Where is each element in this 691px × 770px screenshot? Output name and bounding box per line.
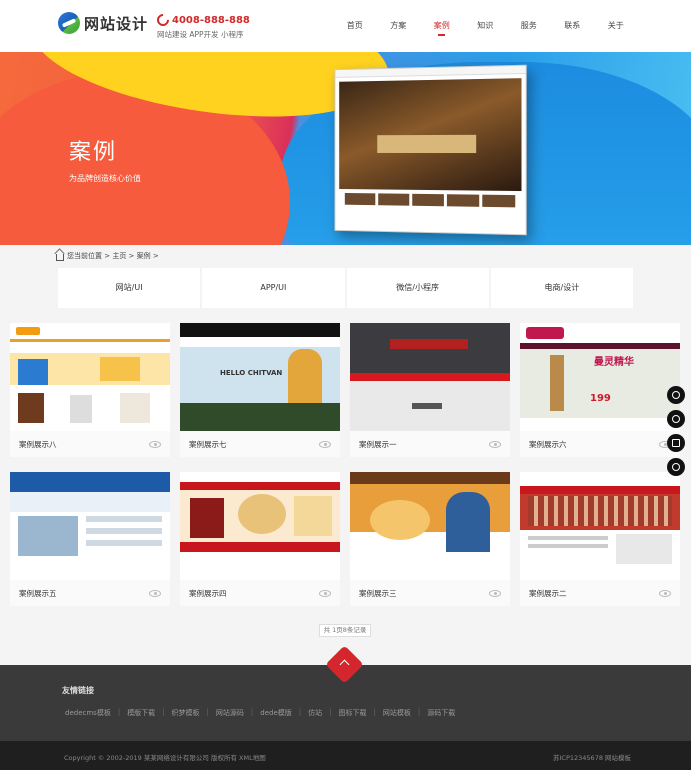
friend-link[interactable]: 模版下载 bbox=[120, 708, 162, 718]
nav-item-knowledge[interactable]: 知识 bbox=[464, 20, 508, 38]
case-thumbnail[interactable] bbox=[180, 472, 340, 580]
phone-subtitle: 网站建设 APP开发 小程序 bbox=[157, 29, 250, 40]
pagination-info: 共 1页8条记录 bbox=[319, 624, 371, 637]
case-title[interactable]: 案例展示五 bbox=[19, 588, 57, 599]
case-title[interactable]: 案例展示七 bbox=[189, 439, 227, 450]
icp-text[interactable]: 苏ICP12345678 网站模板 bbox=[553, 752, 631, 762]
category-tabs: 网站/UI APP/UI 微信/小程序 电商/设计 bbox=[58, 268, 633, 308]
note-icon[interactable] bbox=[667, 434, 685, 452]
case-title[interactable]: 案例展示六 bbox=[529, 439, 567, 450]
page-banner: 案例 为品牌创造核心价值 bbox=[0, 52, 691, 245]
case-card[interactable]: 案例展示四 bbox=[180, 472, 340, 606]
case-thumbnail[interactable]: HELLO CHITVAN bbox=[180, 323, 340, 431]
case-card[interactable]: 案例展示一 bbox=[350, 323, 510, 457]
thumb-price: 199 bbox=[590, 393, 611, 404]
user-icon[interactable] bbox=[667, 410, 685, 428]
case-title[interactable]: 案例展示一 bbox=[359, 439, 397, 450]
tab-wechat-miniprogram[interactable]: 微信/小程序 bbox=[347, 268, 491, 308]
eye-icon bbox=[659, 590, 671, 597]
case-card[interactable]: 曼灵精华 199 案例展示六 bbox=[520, 323, 680, 457]
case-card[interactable]: HELLO CHITVAN 案例展示七 bbox=[180, 323, 340, 457]
friend-link[interactable]: 源码下载 bbox=[420, 708, 462, 718]
case-title[interactable]: 案例展示三 bbox=[359, 588, 397, 599]
site-header: 网站设计 4008-888-888 网站建设 APP开发 小程序 首页 方案 案… bbox=[0, 0, 691, 52]
breadcrumb-text[interactable]: 您当前位置 > 主页 > 案例 > bbox=[67, 251, 159, 261]
friend-link[interactable]: 织梦模板 bbox=[165, 708, 207, 718]
qq-icon[interactable] bbox=[667, 386, 685, 404]
home-icon bbox=[56, 254, 64, 261]
eye-icon bbox=[149, 590, 161, 597]
nav-item-contact[interactable]: 联系 bbox=[551, 20, 595, 38]
case-thumbnail[interactable] bbox=[10, 323, 170, 431]
friend-link[interactable]: 网站模板 bbox=[376, 708, 418, 718]
phone-block: 4008-888-888 网站建设 APP开发 小程序 bbox=[157, 14, 250, 40]
nav-item-solutions[interactable]: 方案 bbox=[377, 20, 421, 38]
logo[interactable]: 网站设计 bbox=[58, 12, 148, 34]
case-card[interactable]: 案例展示三 bbox=[350, 472, 510, 606]
thumb-headline: HELLO CHITVAN bbox=[220, 369, 282, 377]
tab-website-ui[interactable]: 网站/UI bbox=[58, 268, 202, 308]
eye-icon bbox=[149, 441, 161, 448]
banner-screenshot-image bbox=[334, 65, 526, 236]
tab-ecommerce-design[interactable]: 电商/设计 bbox=[491, 268, 633, 308]
nav-item-services[interactable]: 服务 bbox=[507, 20, 551, 38]
case-thumbnail[interactable]: 曼灵精华 199 bbox=[520, 323, 680, 431]
phone-icon bbox=[155, 12, 172, 29]
case-title[interactable]: 案例展示八 bbox=[19, 439, 57, 450]
case-thumbnail[interactable] bbox=[520, 472, 680, 580]
case-thumbnail[interactable] bbox=[350, 323, 510, 431]
breadcrumb: 您当前位置 > 主页 > 案例 > bbox=[56, 251, 159, 261]
friend-link[interactable]: 仿站 bbox=[301, 708, 329, 718]
eye-icon bbox=[319, 590, 331, 597]
nav-item-about[interactable]: 关于 bbox=[594, 20, 638, 38]
eye-icon bbox=[489, 590, 501, 597]
friend-link[interactable]: dedecms模板 bbox=[58, 708, 118, 718]
eye-icon bbox=[489, 441, 501, 448]
friend-link[interactable]: 网站源码 bbox=[209, 708, 251, 718]
thumb-product-name: 曼灵精华 bbox=[594, 353, 634, 368]
case-title[interactable]: 案例展示二 bbox=[529, 588, 567, 599]
main-nav: 首页 方案 案例 知识 服务 联系 关于 bbox=[333, 20, 638, 38]
phone-icon[interactable] bbox=[667, 458, 685, 476]
case-title[interactable]: 案例展示四 bbox=[189, 588, 227, 599]
case-thumbnail[interactable] bbox=[350, 472, 510, 580]
copyright-text: Copyright © 2002-2019 某某网络设计有限公司 版权所有 XM… bbox=[64, 752, 266, 762]
friend-link[interactable]: dede模版 bbox=[253, 708, 299, 718]
phone-number: 4008-888-888 bbox=[172, 15, 250, 26]
footer-bottom-bar: Copyright © 2002-2019 某某网络设计有限公司 版权所有 XM… bbox=[0, 741, 691, 770]
logo-text: 网站设计 bbox=[84, 13, 148, 34]
banner-subtitle: 为品牌创造核心价值 bbox=[69, 173, 141, 184]
logo-icon bbox=[58, 12, 80, 34]
nav-item-home[interactable]: 首页 bbox=[333, 20, 377, 38]
case-card[interactable]: 案例展示五 bbox=[10, 472, 170, 606]
friend-links-title: 友情链接 bbox=[62, 685, 94, 696]
case-card[interactable]: 案例展示八 bbox=[10, 323, 170, 457]
case-card[interactable]: 案例展示二 bbox=[520, 472, 680, 606]
tab-app-ui[interactable]: APP/UI bbox=[202, 268, 346, 308]
eye-icon bbox=[319, 441, 331, 448]
friend-link[interactable]: 图标下载 bbox=[331, 708, 373, 718]
friend-links: dedecms模板 | 模版下载 | 织梦模板 | 网站源码 | dede模版 | 仿站 |… bbox=[58, 708, 462, 718]
case-thumbnail[interactable] bbox=[10, 472, 170, 580]
banner-title: 案例 bbox=[69, 134, 117, 166]
nav-item-cases[interactable]: 案例 bbox=[420, 20, 464, 38]
